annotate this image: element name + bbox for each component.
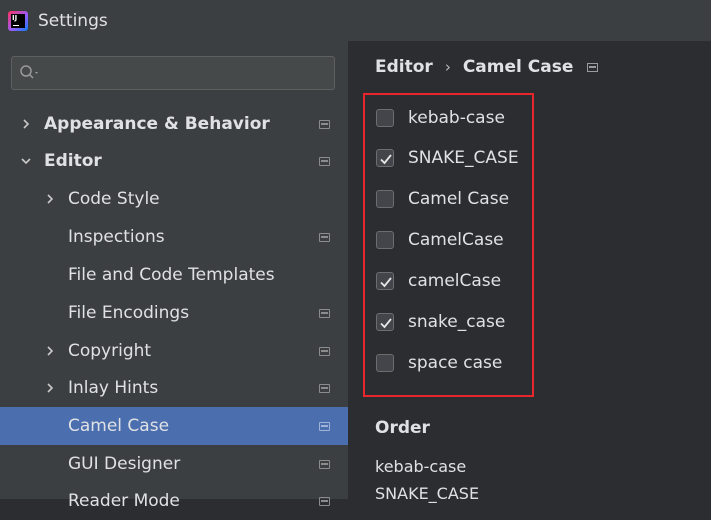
project-settings-icon: [319, 383, 330, 393]
option-label: CamelCase: [408, 230, 504, 250]
sidebar-item-inspections[interactable]: Inspections: [0, 218, 348, 256]
project-settings-icon: [319, 308, 330, 318]
option-label: camelCase: [408, 271, 502, 291]
sidebar-item-label: GUI Designer: [68, 454, 181, 474]
option-space-case[interactable]: space case: [376, 350, 502, 376]
checkbox[interactable]: [376, 149, 394, 167]
option-snake-case-upper[interactable]: SNAKE_CASE: [376, 145, 519, 171]
project-settings-icon: [319, 156, 330, 166]
checkbox[interactable]: [376, 231, 394, 249]
title-bar: IJ Settings: [0, 0, 711, 41]
sidebar-item-reader-mode[interactable]: Reader Mode: [0, 482, 348, 520]
settings-content: Editor › Camel Case kebab-case SNAKE_CAS…: [348, 41, 711, 503]
chevron-right-icon[interactable]: [20, 118, 32, 130]
settings-sidebar: Appearance & Behavior Editor Code Style …: [0, 41, 348, 511]
sidebar-item-editor[interactable]: Editor: [0, 142, 348, 180]
sidebar-item-label: Inspections: [68, 227, 165, 247]
checkbox[interactable]: [376, 272, 394, 290]
breadcrumb: Editor › Camel Case: [375, 56, 599, 78]
option-pascal-case[interactable]: CamelCase: [376, 227, 504, 253]
check-icon: [380, 154, 392, 165]
option-kebab-case[interactable]: kebab-case: [376, 105, 505, 131]
project-settings-icon: [319, 459, 330, 469]
breadcrumb-parent[interactable]: Editor: [375, 57, 433, 77]
check-icon: [380, 318, 392, 329]
option-label: Camel Case: [408, 189, 510, 209]
sidebar-item-label: Appearance & Behavior: [44, 114, 270, 134]
sidebar-item-code-style[interactable]: Code Style: [0, 180, 348, 218]
chevron-right-icon[interactable]: [44, 382, 56, 394]
breadcrumb-current: Camel Case: [462, 57, 574, 77]
option-camel-case-spaced[interactable]: Camel Case: [376, 186, 509, 212]
order-item[interactable]: kebab-case: [375, 457, 466, 476]
sidebar-item-camel-case[interactable]: Camel Case: [0, 407, 348, 445]
option-label: snake_case: [408, 312, 506, 332]
sidebar-item-inlay-hints[interactable]: Inlay Hints: [0, 369, 348, 407]
option-camel-case[interactable]: camelCase: [376, 268, 501, 294]
order-item[interactable]: SNAKE_CASE: [375, 484, 479, 503]
search-icon[interactable]: [19, 64, 41, 82]
project-settings-icon: [319, 496, 330, 506]
sidebar-item-label: Code Style: [68, 189, 160, 209]
chevron-down-icon[interactable]: [20, 155, 32, 167]
sidebar-item-label: Editor: [44, 151, 102, 171]
sidebar-item-label: Reader Mode: [68, 491, 180, 511]
sidebar-item-label: File and Code Templates: [68, 265, 275, 285]
sidebar-item-appearance-behavior[interactable]: Appearance & Behavior: [0, 105, 348, 143]
sidebar-item-label: Inlay Hints: [68, 378, 159, 398]
breadcrumb-separator: ›: [444, 58, 451, 76]
option-label: space case: [408, 353, 503, 373]
sidebar-item-copyright[interactable]: Copyright: [0, 332, 348, 370]
search-input[interactable]: [11, 56, 335, 90]
sidebar-item-label: Copyright: [68, 341, 152, 361]
check-icon: [380, 277, 392, 288]
sidebar-item-file-and-code-templates[interactable]: File and Code Templates: [0, 256, 348, 294]
chevron-right-icon[interactable]: [44, 193, 56, 205]
option-snake-case[interactable]: snake_case: [376, 309, 505, 335]
option-label: SNAKE_CASE: [408, 148, 519, 168]
project-settings-icon: [319, 346, 330, 356]
checkbox[interactable]: [376, 313, 394, 331]
window-title: Settings: [38, 10, 108, 31]
project-settings-icon: [319, 119, 330, 129]
project-settings-icon: [587, 62, 599, 72]
chevron-right-icon[interactable]: [44, 345, 56, 357]
sidebar-item-file-encodings[interactable]: File Encodings: [0, 294, 348, 332]
intellij-logo-icon: IJ: [8, 10, 28, 31]
checkbox[interactable]: [376, 190, 394, 208]
sidebar-item-label: File Encodings: [68, 303, 190, 323]
project-settings-icon: [319, 421, 330, 431]
project-settings-icon: [319, 232, 330, 242]
checkbox[interactable]: [376, 354, 394, 372]
order-section-title: Order: [375, 418, 430, 438]
sidebar-item-gui-designer[interactable]: GUI Designer: [0, 445, 348, 483]
sidebar-item-label: Camel Case: [68, 416, 170, 436]
checkbox[interactable]: [376, 109, 394, 127]
option-label: kebab-case: [408, 108, 505, 128]
